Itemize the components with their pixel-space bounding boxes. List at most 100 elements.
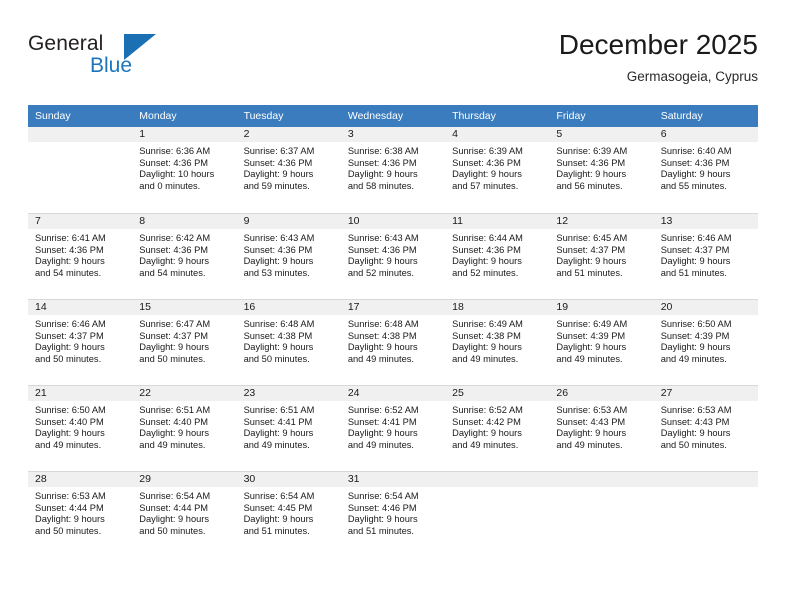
day-detail-line: Daylight: 9 hours <box>139 514 210 525</box>
day-detail-line: Sunset: 4:36 PM <box>452 244 521 255</box>
day-detail-line: Daylight: 9 hours <box>347 256 418 267</box>
day-detail-line: Daylight: 9 hours <box>452 342 522 353</box>
weekday-header-wednesday: Wednesday <box>340 105 446 127</box>
calendar-day-cell[interactable]: 23 Sunrise: 6:51 AM Sunset: 4:41 PM Dayligh… <box>236 385 341 471</box>
calendar-day-cell[interactable]: 10 Sunrise: 6:43 AM Sunset: 4:36 PM Dayligh… <box>340 213 446 299</box>
day-number: 16 <box>236 300 341 315</box>
day-detail-line: Sunset: 4:39 PM <box>556 330 626 341</box>
day-detail-line: Daylight: 9 hours <box>347 514 418 525</box>
day-number: 1 <box>132 127 237 142</box>
day-details: Sunrise: 6:54 AM Sunset: 4:46 PM Daylight:… <box>341 487 445 537</box>
calendar-day-cell[interactable]: 2 Sunrise: 6:37 AM Sunset: 4:36 PM Daylight… <box>236 127 341 213</box>
calendar-day-cell[interactable]: 5 Sunrise: 6:39 AM Sunset: 4:36 PM Daylight… <box>549 127 654 213</box>
calendar-day-cell[interactable]: 24 Sunrise: 6:52 AM Sunset: 4:41 PM Dayligh… <box>340 385 446 471</box>
calendar-day-cell[interactable]: 25 Sunrise: 6:52 AM Sunset: 4:42 PM Dayligh… <box>445 385 550 471</box>
day-cell-inner: 23 Sunrise: 6:51 AM Sunset: 4:41 PM Dayligh… <box>236 385 341 471</box>
calendar-day-cell[interactable]: 19 Sunrise: 6:49 AM Sunset: 4:39 PM Dayligh… <box>549 299 654 385</box>
day-detail-line: and 49 minutes. <box>243 439 310 450</box>
calendar-day-cell[interactable]: 15 Sunrise: 6:47 AM Sunset: 4:37 PM Dayligh… <box>132 299 237 385</box>
day-detail-line: and 51 minutes. <box>347 525 414 536</box>
day-detail-line: Sunset: 4:36 PM <box>35 244 104 255</box>
day-number: 22 <box>132 386 237 401</box>
calendar-day-cell[interactable]: 21 Sunrise: 6:50 AM Sunset: 4:40 PM Dayligh… <box>28 385 133 471</box>
weekday-header-row: Sunday Monday Tuesday Wednesday Thursday Frid… <box>28 105 758 127</box>
calendar-day-cell[interactable]: 7 Sunrise: 6:41 AM Sunset: 4:36 PM Daylight… <box>28 213 133 299</box>
day-cell-inner: 27 Sunrise: 6:53 AM Sunset: 4:43 PM Dayligh… <box>653 385 758 471</box>
day-number: 26 <box>549 386 654 401</box>
day-detail-line: Sunset: 4:36 PM <box>139 244 209 255</box>
day-detail-line: and 49 minutes. <box>556 353 623 364</box>
calendar-day-cell[interactable]: 22 Sunrise: 6:51 AM Sunset: 4:40 PM Dayligh… <box>132 385 237 471</box>
day-detail-line: Daylight: 9 hours <box>243 514 314 525</box>
calendar-day-cell[interactable]: 17 Sunrise: 6:48 AM Sunset: 4:38 PM Dayligh… <box>340 299 446 385</box>
calendar-day-cell[interactable]: 9 Sunrise: 6:43 AM Sunset: 4:36 PM Daylight… <box>236 213 341 299</box>
calendar-day-cell[interactable]: 16 Sunrise: 6:48 AM Sunset: 4:38 PM Dayligh… <box>236 299 341 385</box>
day-cell-inner: 8 Sunrise: 6:42 AM Sunset: 4:36 PM Daylight… <box>132 213 237 299</box>
day-detail-line: Sunset: 4:41 PM <box>243 416 313 427</box>
calendar-day-cell[interactable]: 13 Sunrise: 6:46 AM Sunset: 4:37 PM Dayligh… <box>653 213 758 299</box>
day-cell-inner <box>653 471 758 557</box>
day-detail-line: Sunset: 4:36 PM <box>243 244 313 255</box>
calendar-day-cell[interactable]: 12 Sunrise: 6:45 AM Sunset: 4:37 PM Dayligh… <box>549 213 654 299</box>
day-detail-line: Sunrise: 6:49 AM <box>556 319 628 329</box>
day-details: Sunrise: 6:47 AM Sunset: 4:37 PM Daylight:… <box>132 315 236 365</box>
brand-logo[interactable]: General Blue <box>28 32 208 88</box>
day-detail-line: Sunset: 4:38 PM <box>243 330 313 341</box>
day-cell-inner: 24 Sunrise: 6:52 AM Sunset: 4:41 PM Dayligh… <box>340 385 446 471</box>
calendar-day-cell[interactable]: 31 Sunrise: 6:54 AM Sunset: 4:46 PM Dayligh… <box>340 471 446 557</box>
calendar-day-cell[interactable]: 26 Sunrise: 6:53 AM Sunset: 4:43 PM Dayligh… <box>549 385 654 471</box>
day-detail-line: and 59 minutes. <box>243 180 310 191</box>
day-detail-line: Sunset: 4:37 PM <box>660 244 730 255</box>
day-detail-line: Daylight: 9 hours <box>139 428 210 439</box>
day-cell-inner: 26 Sunrise: 6:53 AM Sunset: 4:43 PM Dayligh… <box>549 385 654 471</box>
calendar-day-cell[interactable]: 18 Sunrise: 6:49 AM Sunset: 4:38 PM Dayligh… <box>445 299 550 385</box>
calendar-day-cell[interactable]: 6 Sunrise: 6:40 AM Sunset: 4:36 PM Daylight… <box>653 127 758 213</box>
day-detail-line: Sunset: 4:36 PM <box>556 157 626 168</box>
day-detail-line: Sunrise: 6:37 AM <box>243 146 315 156</box>
calendar-week-row: 21 Sunrise: 6:50 AM Sunset: 4:40 PM Dayligh… <box>28 385 758 471</box>
brand-name-general: General <box>28 32 104 55</box>
calendar-week-row: 14 Sunrise: 6:46 AM Sunset: 4:37 PM Dayligh… <box>28 299 758 385</box>
day-cell-inner <box>445 471 550 557</box>
brand-name-blue: Blue <box>90 54 133 77</box>
day-detail-line: Sunrise: 6:46 AM <box>35 319 106 329</box>
day-cell-inner: 6 Sunrise: 6:40 AM Sunset: 4:36 PM Daylight… <box>653 127 758 213</box>
day-detail-line: Sunset: 4:37 PM <box>556 244 626 255</box>
day-number: 2 <box>236 127 341 142</box>
calendar-week-row: 1 Sunrise: 6:36 AM Sunset: 4:36 PM Daylight… <box>28 127 758 213</box>
day-detail-line: Daylight: 9 hours <box>660 428 731 439</box>
day-detail-line: and 51 minutes. <box>243 525 310 536</box>
day-detail-line: Sunrise: 6:54 AM <box>139 491 211 501</box>
day-detail-line: Sunrise: 6:43 AM <box>347 233 419 243</box>
calendar-day-cell[interactable]: 14 Sunrise: 6:46 AM Sunset: 4:37 PM Dayligh… <box>28 299 133 385</box>
calendar-day-cell[interactable]: 20 Sunrise: 6:50 AM Sunset: 4:39 PM Dayligh… <box>653 299 758 385</box>
calendar-day-cell[interactable]: 29 Sunrise: 6:54 AM Sunset: 4:44 PM Dayligh… <box>132 471 237 557</box>
day-details: Sunrise: 6:52 AM Sunset: 4:42 PM Daylight:… <box>445 401 549 451</box>
day-number <box>28 127 133 142</box>
day-number: 31 <box>340 472 446 487</box>
day-cell-inner <box>28 127 133 213</box>
day-details: Sunrise: 6:45 AM Sunset: 4:37 PM Daylight:… <box>549 229 653 279</box>
calendar-day-cell[interactable]: 1 Sunrise: 6:36 AM Sunset: 4:36 PM Daylight… <box>132 127 237 213</box>
calendar-day-cell[interactable]: 28 Sunrise: 6:53 AM Sunset: 4:44 PM Dayligh… <box>28 471 133 557</box>
calendar-day-cell[interactable]: 3 Sunrise: 6:38 AM Sunset: 4:36 PM Daylight… <box>340 127 446 213</box>
day-detail-line: Daylight: 10 hours <box>139 169 215 180</box>
day-cell-inner: 14 Sunrise: 6:46 AM Sunset: 4:37 PM Dayligh… <box>28 299 133 385</box>
calendar-day-cell[interactable]: 11 Sunrise: 6:44 AM Sunset: 4:36 PM Dayligh… <box>445 213 550 299</box>
day-detail-line: Daylight: 9 hours <box>139 342 210 353</box>
calendar-day-cell[interactable]: 4 Sunrise: 6:39 AM Sunset: 4:36 PM Daylight… <box>445 127 550 213</box>
day-detail-line: Daylight: 9 hours <box>452 256 522 267</box>
day-number <box>549 472 654 487</box>
day-cell-inner: 1 Sunrise: 6:36 AM Sunset: 4:36 PM Daylight… <box>132 127 237 213</box>
day-detail-line: Daylight: 9 hours <box>556 428 627 439</box>
calendar-day-cell[interactable]: 30 Sunrise: 6:54 AM Sunset: 4:45 PM Dayligh… <box>236 471 341 557</box>
day-number: 14 <box>28 300 133 315</box>
day-number: 27 <box>653 386 758 401</box>
day-number: 29 <box>132 472 237 487</box>
day-detail-line: and 57 minutes. <box>452 180 519 191</box>
day-detail-line: and 58 minutes. <box>347 180 414 191</box>
day-details <box>445 487 549 491</box>
calendar-day-cell[interactable]: 8 Sunrise: 6:42 AM Sunset: 4:36 PM Daylight… <box>132 213 237 299</box>
calendar-day-cell[interactable]: 27 Sunrise: 6:53 AM Sunset: 4:43 PM Dayligh… <box>653 385 758 471</box>
calendar-empty-cell <box>549 471 654 557</box>
